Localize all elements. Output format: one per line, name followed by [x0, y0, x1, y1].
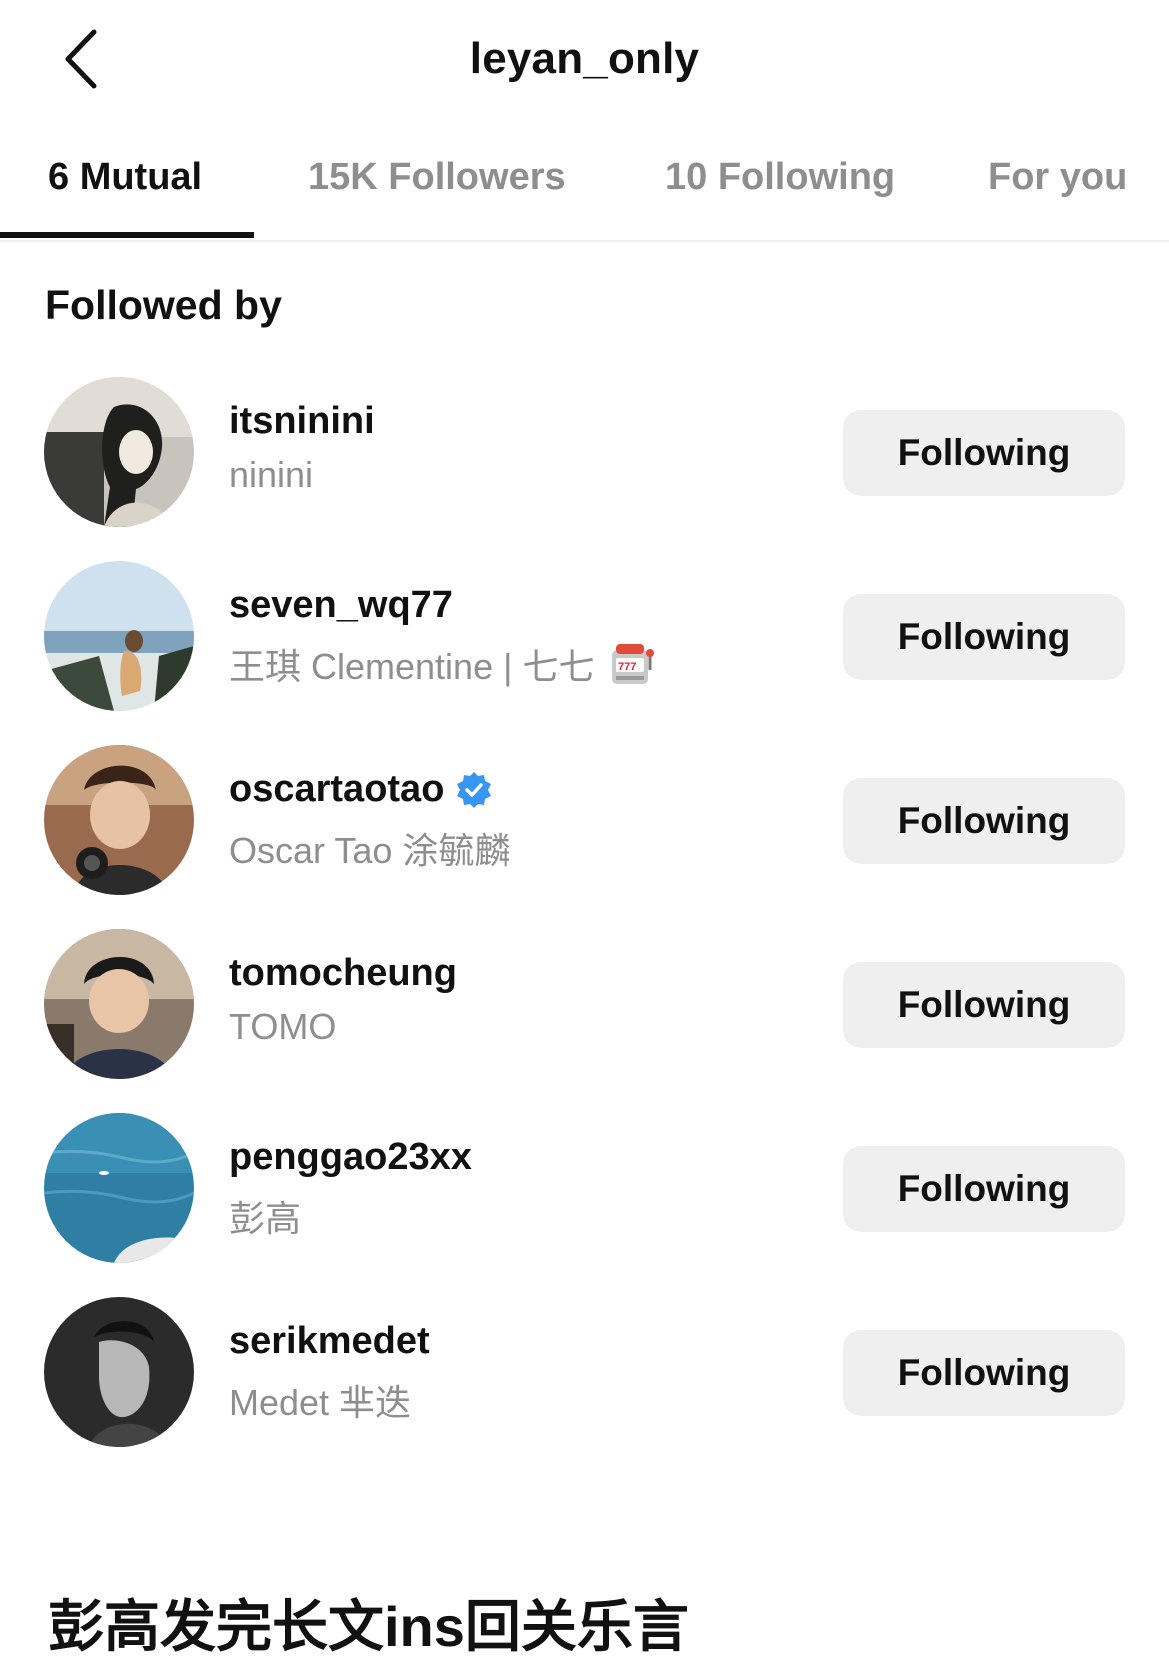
top-bar: leyan_only	[0, 0, 1169, 125]
username[interactable]: tomocheung	[229, 952, 457, 995]
following-button[interactable]: Following	[843, 1146, 1125, 1232]
tab-mutual[interactable]: 6 Mutual	[48, 156, 202, 199]
avatar[interactable]	[44, 929, 194, 1079]
tab-followers[interactable]: 15K Followers	[308, 156, 566, 199]
username-text[interactable]: tomocheung	[229, 952, 457, 995]
section-heading: Followed by	[45, 282, 282, 328]
page-title: leyan_only	[469, 34, 700, 83]
username-text[interactable]: oscartaotao	[229, 768, 444, 811]
tab-for-you[interactable]: For you	[988, 156, 1127, 199]
full-name-text: 彭高	[229, 1198, 302, 1239]
full-name: Oscar Tao 涂毓麟	[229, 822, 510, 874]
tab-bar: 6 Mutual 15K Followers 10 Following For …	[0, 140, 1169, 242]
avatar[interactable]	[44, 1297, 194, 1447]
username[interactable]: serikmedet	[229, 1320, 430, 1363]
username[interactable]: oscartaotao	[229, 768, 494, 811]
following-button[interactable]: Following	[843, 1330, 1125, 1416]
full-name: TOMO	[229, 1006, 336, 1048]
username-text[interactable]: penggao23xx	[229, 1136, 472, 1179]
full-name-text: Oscar Tao 涂毓麟	[229, 830, 511, 871]
active-tab-indicator	[0, 232, 254, 238]
list-item[interactable]: penggao23xx 彭高 Following	[0, 1108, 1169, 1268]
following-button[interactable]: Following	[843, 594, 1125, 680]
full-name: 王琪 Clementine | 七七 777	[229, 638, 656, 690]
username[interactable]: penggao23xx	[229, 1136, 472, 1179]
svg-text:777: 777	[618, 661, 636, 673]
verified-badge-icon	[457, 771, 492, 808]
full-name-text: Medet 芈迭	[229, 1382, 412, 1423]
list-item[interactable]: tomocheung TOMO Following	[0, 924, 1169, 1084]
list-item[interactable]: oscartaotao Oscar Tao 涂毓麟 Following	[0, 740, 1169, 900]
full-name-text: 王琪 Clementine | 七七	[229, 646, 595, 687]
username-text[interactable]: serikmedet	[229, 1320, 430, 1363]
full-name: Medet 芈迭	[229, 1374, 411, 1426]
username-text[interactable]: itsninini	[229, 400, 375, 443]
following-button[interactable]: Following	[843, 962, 1125, 1048]
avatar[interactable]	[44, 745, 194, 895]
following-button[interactable]: Following	[843, 410, 1125, 496]
list-item[interactable]: seven_wq77 王琪 Clementine | 七七 777 Follow…	[0, 556, 1169, 716]
caption-text: 彭高发完长文ins回关乐言	[48, 1595, 689, 1658]
username[interactable]: itsninini	[229, 400, 375, 443]
username[interactable]: seven_wq77	[229, 584, 453, 627]
full-name: 彭高	[229, 1190, 301, 1242]
avatar[interactable]	[44, 377, 194, 527]
full-name: ninini	[229, 454, 313, 496]
avatar[interactable]	[44, 1113, 194, 1263]
following-button[interactable]: Following	[843, 778, 1125, 864]
slot-machine-icon: 777	[612, 644, 655, 684]
list-item[interactable]: itsninini ninini Following	[0, 372, 1169, 532]
full-name-text: TOMO	[229, 1006, 337, 1047]
list-item[interactable]: serikmedet Medet 芈迭 Following	[0, 1292, 1169, 1452]
username-text[interactable]: seven_wq77	[229, 584, 453, 627]
tab-following[interactable]: 10 Following	[665, 156, 895, 199]
avatar[interactable]	[44, 561, 194, 711]
full-name-text: ninini	[229, 454, 314, 495]
